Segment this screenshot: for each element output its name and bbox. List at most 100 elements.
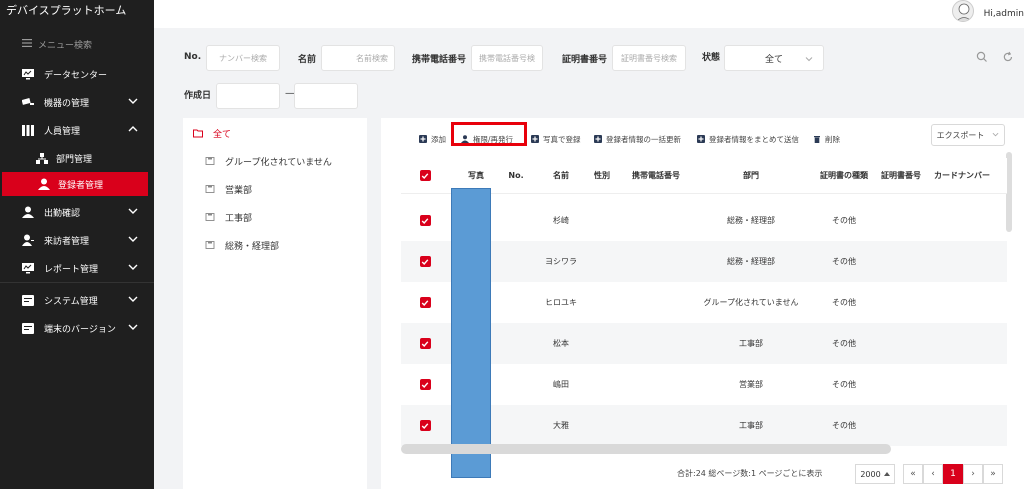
bulk-update-label: 登録者情報の一括更新 bbox=[606, 134, 681, 144]
col-cert-type: 証明書の種類 bbox=[820, 171, 868, 180]
sidebar-item-terminal-version[interactable]: 端末のバージョン bbox=[0, 316, 154, 340]
greeting[interactable]: Hi,admin bbox=[984, 9, 1024, 19]
name-search-input[interactable]: 名前検索 bbox=[321, 45, 395, 71]
sidebar-item-registrant[interactable]: 登録者管理 bbox=[2, 172, 148, 196]
first-page-button[interactable]: « bbox=[903, 464, 923, 484]
sidebar-item-report[interactable]: レポート管理 bbox=[0, 256, 154, 280]
sidebar-item-system[interactable]: システム管理 bbox=[0, 288, 154, 312]
tree-item-all[interactable]: 全て bbox=[193, 124, 231, 142]
plus-icon bbox=[697, 135, 705, 143]
chevron-down-icon bbox=[128, 262, 138, 272]
row-checkbox[interactable] bbox=[419, 379, 431, 390]
cell-department: 総務・経理部 bbox=[727, 216, 775, 225]
cert-search-input[interactable]: 証明書番号検索 bbox=[612, 45, 686, 71]
tree-item-construction[interactable]: 工事部 bbox=[205, 208, 252, 226]
menu-icon bbox=[22, 38, 32, 51]
table-row[interactable]: 大雅 工事部 その他 bbox=[401, 405, 1007, 446]
terminal-icon bbox=[22, 322, 34, 334]
current-page-button[interactable]: 1 bbox=[943, 464, 963, 484]
chevron-up-icon bbox=[128, 124, 138, 134]
department-tree: 全て グループ化されていません 営業部 工事部 総務・経理部 bbox=[183, 118, 367, 489]
bulk-update-button[interactable]: 登録者情報の一括更新 bbox=[594, 130, 681, 148]
export-dropdown[interactable]: エクスポート bbox=[931, 124, 1005, 146]
col-cert-number: 証明書番号 bbox=[881, 171, 921, 180]
select-all-cell bbox=[415, 158, 435, 193]
row-select-cell bbox=[415, 364, 435, 405]
phone-search-placeholder: 携帯電話番号検 bbox=[479, 53, 535, 63]
sidebar-item-visitor[interactable]: 来訪者管理 bbox=[0, 228, 154, 252]
search-icon[interactable] bbox=[976, 51, 988, 63]
user-icon bbox=[38, 178, 50, 190]
phone-search-input[interactable]: 携帯電話番号検 bbox=[471, 45, 543, 71]
tree-item-label: 総務・経理部 bbox=[225, 241, 280, 252]
row-checkbox[interactable] bbox=[419, 420, 431, 431]
status-value: 全て bbox=[764, 54, 783, 65]
row-checkbox[interactable] bbox=[419, 338, 431, 349]
menu-search[interactable]: メニュー検索 bbox=[22, 38, 92, 51]
tree-item-sales[interactable]: 営業部 bbox=[205, 180, 252, 198]
system-icon bbox=[22, 294, 34, 306]
created-date-start-input[interactable] bbox=[216, 83, 280, 109]
row-checkbox[interactable] bbox=[419, 256, 431, 267]
folder-icon bbox=[193, 128, 203, 138]
table-row[interactable]: ヨシワラ 総務・経理部 その他 bbox=[401, 241, 1007, 282]
reissue-button[interactable]: 権限/再発行 bbox=[461, 130, 513, 148]
sidebar-item-data-center[interactable]: データセンター bbox=[0, 62, 154, 86]
table-row[interactable]: 杉崎 総務・経理部 その他 bbox=[401, 200, 1007, 241]
horizontal-scrollbar[interactable] bbox=[401, 444, 891, 454]
col-phone: 携帯電話番号 bbox=[632, 171, 680, 180]
cell-cert-type: その他 bbox=[832, 339, 856, 348]
reissue-label: 権限/再発行 bbox=[473, 134, 514, 144]
no-search-input[interactable]: ナンバー検索 bbox=[206, 45, 280, 71]
sidebar-item-label: システム管理 bbox=[44, 296, 98, 307]
photo-register-label: 写真で登録 bbox=[543, 134, 581, 144]
sidebar-item-label: 部門管理 bbox=[56, 154, 93, 165]
refresh-icon[interactable] bbox=[1002, 51, 1014, 63]
chevron-down-icon bbox=[128, 294, 138, 304]
divider bbox=[0, 282, 154, 283]
tree-item-general-affairs[interactable]: 総務・経理部 bbox=[205, 236, 279, 254]
cert-search-placeholder: 証明書番号検索 bbox=[621, 53, 677, 63]
add-button[interactable]: 添加 bbox=[419, 130, 446, 148]
table-row[interactable]: ヒロユキ グループ化されていません その他 bbox=[401, 282, 1007, 323]
table-row[interactable]: 松本 工事部 その他 bbox=[401, 323, 1007, 364]
visitor-icon bbox=[22, 234, 34, 246]
sidebar-item-device[interactable]: 機器の管理 bbox=[0, 90, 154, 114]
folder-icon bbox=[205, 240, 215, 250]
page-size-select[interactable]: 2000 bbox=[855, 464, 895, 484]
folder-icon bbox=[205, 212, 215, 222]
table-row[interactable]: 嶋田 営業部 その他 bbox=[401, 364, 1007, 405]
created-date-end-input[interactable] bbox=[294, 83, 358, 109]
no-search-placeholder: ナンバー検索 bbox=[219, 53, 267, 63]
row-select-cell bbox=[415, 323, 435, 364]
row-checkbox[interactable] bbox=[419, 297, 431, 308]
sidebar-item-department[interactable]: 部門管理 bbox=[0, 146, 154, 170]
org-icon bbox=[36, 152, 48, 164]
last-page-button[interactable]: » bbox=[983, 464, 1003, 484]
sidebar-item-label: 端末のバージョン bbox=[44, 324, 116, 335]
tree-item-label: 工事部 bbox=[225, 213, 253, 224]
row-select-cell bbox=[415, 282, 435, 323]
row-select-cell bbox=[415, 241, 435, 282]
prev-page-button[interactable]: ‹ bbox=[923, 464, 943, 484]
delete-button[interactable]: 削除 bbox=[813, 130, 840, 148]
sidebar-item-attendance[interactable]: 出勤確認 bbox=[0, 200, 154, 224]
col-card-number: カードナンバー bbox=[934, 171, 990, 180]
chart-icon bbox=[22, 262, 34, 274]
avatar[interactable] bbox=[952, 0, 974, 22]
cell-cert-type: その他 bbox=[832, 298, 856, 307]
status-select[interactable]: 全て bbox=[724, 45, 824, 71]
tree-item-ungrouped[interactable]: グループ化されていません bbox=[205, 152, 332, 170]
user-icon bbox=[461, 135, 469, 143]
next-page-button[interactable]: › bbox=[963, 464, 983, 484]
sidebar: デバイスプラットホーム メニュー検索 データセンター 機器の管理 人員管理 部門… bbox=[0, 0, 154, 489]
registrant-panel: 添加 権限/再発行 写真で登録 登録者情報の一括更新 登録者情報をまとめて送信 … bbox=[381, 118, 1024, 489]
bulk-send-button[interactable]: 登録者情報をまとめて送信 bbox=[697, 130, 799, 148]
photo-register-button[interactable]: 写真で登録 bbox=[531, 130, 581, 148]
sidebar-item-label: データセンター bbox=[44, 70, 108, 81]
sidebar-item-personnel[interactable]: 人員管理 bbox=[0, 118, 154, 142]
row-select-cell bbox=[415, 405, 435, 446]
select-all-checkbox[interactable] bbox=[419, 170, 431, 181]
created-date-label: 作成日 bbox=[184, 91, 212, 101]
row-checkbox[interactable] bbox=[419, 215, 431, 226]
